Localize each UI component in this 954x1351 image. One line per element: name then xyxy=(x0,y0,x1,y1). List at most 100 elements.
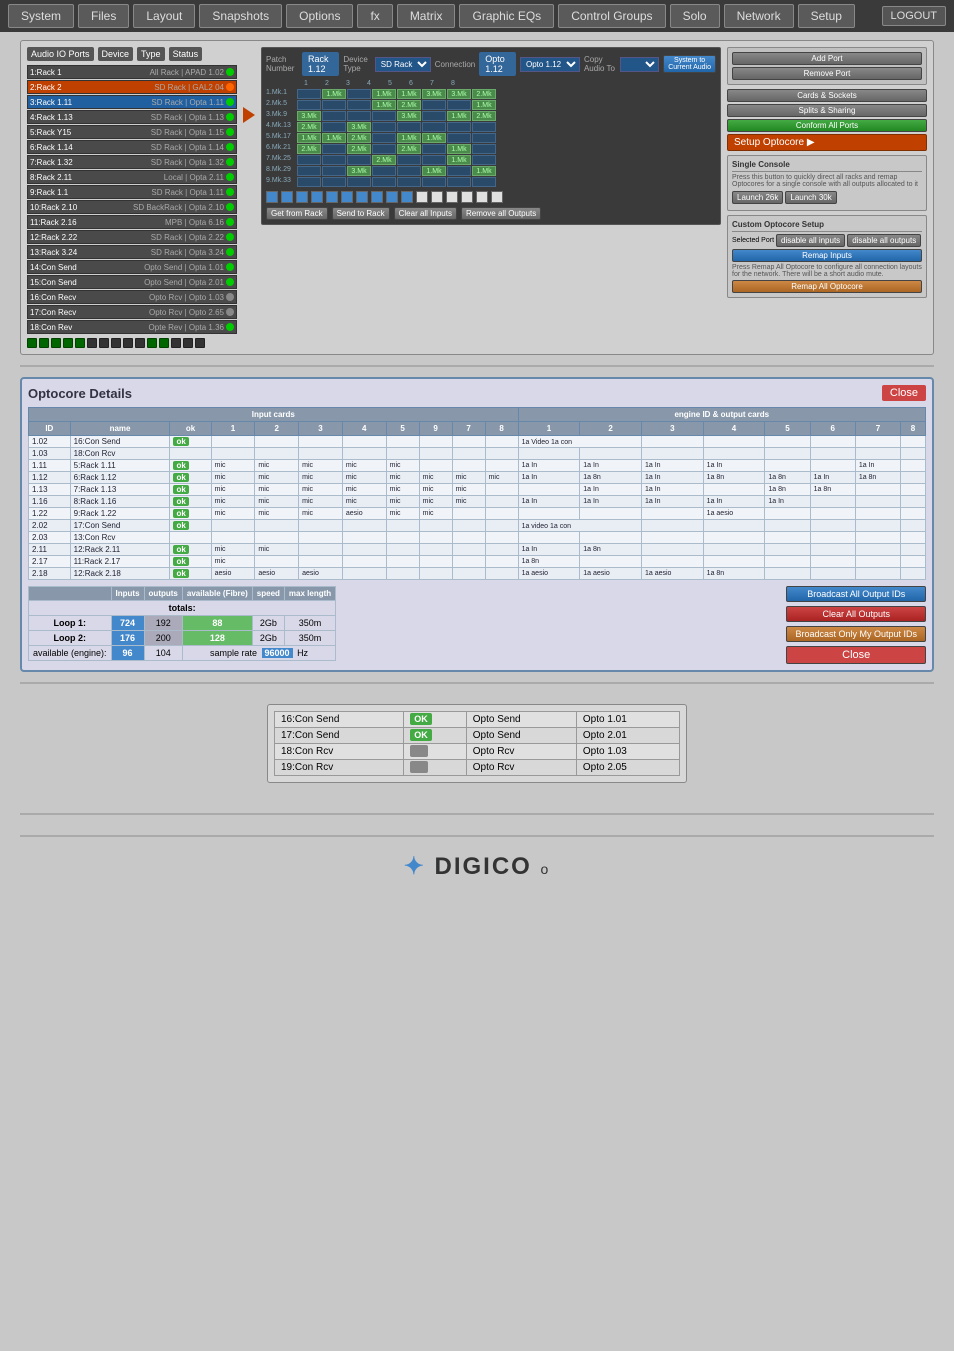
matrix-cell-6-0[interactable] xyxy=(297,155,321,165)
matrix-cell-4-6[interactable] xyxy=(447,133,471,143)
matrix-cell-4-3[interactable] xyxy=(372,133,396,143)
rack-row-10[interactable]: 10:Rack 2.10 SD BackRack | Opta 2.10 xyxy=(27,200,237,214)
send-to-rack-button[interactable]: Send to Rack xyxy=(332,207,390,220)
device-type-select[interactable]: SD Rack xyxy=(375,57,431,72)
rack-row-3[interactable]: 3:Rack 1.11 SD Rack | Opta 1.11 xyxy=(27,95,237,109)
matrix-cell-7-0[interactable] xyxy=(297,166,321,176)
nav-setup[interactable]: Setup xyxy=(798,4,855,28)
matrix-cell-0-0[interactable] xyxy=(297,89,321,99)
matrix-cb-11[interactable] xyxy=(416,191,428,203)
connection-select[interactable]: Opto 1.12 xyxy=(520,57,580,72)
con-row-3[interactable]: 18:Con Rcv Opto Rcv Opto 1.03 xyxy=(275,744,680,760)
matrix-cell-3-3[interactable] xyxy=(372,122,396,132)
broadcast-all-button[interactable]: Broadcast All Output IDs xyxy=(786,586,926,602)
matrix-cell-0-5[interactable]: 3.Mk xyxy=(422,89,446,99)
clear-all-inputs-button[interactable]: Clear all Inputs xyxy=(394,207,457,220)
matrix-cell-5-2[interactable]: 2.Mk xyxy=(347,144,371,154)
matrix-cb-12[interactable] xyxy=(431,191,443,203)
matrix-cell-2-4[interactable]: 3.Mk xyxy=(397,111,421,121)
remap-all-optocore-button[interactable]: Remap All Optocore xyxy=(732,280,922,293)
matrix-cell-6-7[interactable] xyxy=(472,155,496,165)
nav-graphic-eqs[interactable]: Graphic EQs xyxy=(459,4,554,28)
launch-26k-button[interactable]: Launch 26k xyxy=(732,191,783,204)
nav-solo[interactable]: Solo xyxy=(670,4,720,28)
matrix-cell-1-7[interactable]: 1.Mk xyxy=(472,100,496,110)
matrix-cell-2-2[interactable] xyxy=(347,111,371,121)
matrix-cell-0-3[interactable]: 1.Mk xyxy=(372,89,396,99)
matrix-cell-0-1[interactable]: 1.Mk xyxy=(322,89,346,99)
nav-layout[interactable]: Layout xyxy=(133,4,195,28)
optocore-close-button[interactable]: Close xyxy=(882,385,926,401)
matrix-cell-4-1[interactable]: 1.Mk xyxy=(322,133,346,143)
con-row-1[interactable]: 16:Con Send OK Opto Send Opto 1.01 xyxy=(275,712,680,728)
matrix-cell-3-0[interactable]: 2.Mk xyxy=(297,122,321,132)
matrix-cell-8-1[interactable] xyxy=(322,177,346,187)
matrix-cell-7-7[interactable]: 1.Mk xyxy=(472,166,496,176)
rack-row-1[interactable]: 1:Rack 1 All Rack | APAD 1.02 xyxy=(27,65,237,79)
matrix-cell-6-3[interactable]: 2.Mk xyxy=(372,155,396,165)
disable-inputs-button[interactable]: disable all inputs xyxy=(776,234,845,247)
rack-row-2[interactable]: 2:Rack 2 SD Rack | GAL2 04 xyxy=(27,80,237,94)
con-row-2[interactable]: 17:Con Send OK Opto Send Opto 2.01 xyxy=(275,728,680,744)
matrix-cell-1-3[interactable]: 1.Mk xyxy=(372,100,396,110)
nav-fx[interactable]: fx xyxy=(357,4,392,28)
nav-snapshots[interactable]: Snapshots xyxy=(199,4,282,28)
matrix-cell-2-1[interactable] xyxy=(322,111,346,121)
matrix-cell-4-0[interactable]: 1.Mk xyxy=(297,133,321,143)
matrix-cell-1-5[interactable] xyxy=(422,100,446,110)
matrix-cb-5[interactable] xyxy=(326,191,338,203)
splits-sharing-button[interactable]: Splits & Sharing xyxy=(727,104,927,117)
get-from-rack-button[interactable]: Get from Rack xyxy=(266,207,328,220)
matrix-cb-16[interactable] xyxy=(491,191,503,203)
matrix-cell-2-7[interactable]: 2.Mk xyxy=(472,111,496,121)
matrix-cb-14[interactable] xyxy=(461,191,473,203)
matrix-cell-8-5[interactable] xyxy=(422,177,446,187)
connection-value[interactable]: Opto 1.12 xyxy=(479,52,516,76)
nav-network[interactable]: Network xyxy=(724,4,794,28)
matrix-cb-3[interactable] xyxy=(296,191,308,203)
patch-number-value[interactable]: Rack 1.12 xyxy=(302,52,339,76)
matrix-cell-7-5[interactable]: 1.Mk xyxy=(422,166,446,176)
rack-row-8[interactable]: 8:Rack 2.11 Local | Opta 2.11 xyxy=(27,170,237,184)
remap-inputs-button[interactable]: Remap Inputs xyxy=(732,249,922,262)
rack-row-9[interactable]: 9:Rack 1.1 SD Rack | Opta 1.11 xyxy=(27,185,237,199)
matrix-cell-3-4[interactable] xyxy=(397,122,421,132)
matrix-cell-2-5[interactable] xyxy=(422,111,446,121)
matrix-cell-0-4[interactable]: 1.Mk xyxy=(397,89,421,99)
matrix-cell-5-7[interactable] xyxy=(472,144,496,154)
matrix-cell-3-2[interactable]: 3.Mk xyxy=(347,122,371,132)
matrix-cell-6-2[interactable] xyxy=(347,155,371,165)
add-port-button[interactable]: Add Port xyxy=(732,52,922,65)
matrix-cell-8-7[interactable] xyxy=(472,177,496,187)
matrix-cell-5-4[interactable]: 2.Mk xyxy=(397,144,421,154)
matrix-cell-6-4[interactable] xyxy=(397,155,421,165)
matrix-cb-15[interactable] xyxy=(476,191,488,203)
rack-row-12[interactable]: 12:Rack 2.22 SD Rack | Opta 2.22 xyxy=(27,230,237,244)
conform-all-ports-button[interactable]: Conform All Ports xyxy=(727,119,927,132)
matrix-cell-8-2[interactable] xyxy=(347,177,371,187)
matrix-cell-5-0[interactable]: 2.Mk xyxy=(297,144,321,154)
matrix-cb-7[interactable] xyxy=(356,191,368,203)
logout-button[interactable]: LOGOUT xyxy=(882,6,946,26)
rack-row-11[interactable]: 11:Rack 2.16 MPB | Opta 6.16 xyxy=(27,215,237,229)
matrix-cell-1-6[interactable] xyxy=(447,100,471,110)
remove-all-outputs-button[interactable]: Remove all Outputs xyxy=(461,207,541,220)
matrix-cell-4-5[interactable]: 1.Mk xyxy=(422,133,446,143)
matrix-cb-2[interactable] xyxy=(281,191,293,203)
matrix-cell-7-2[interactable]: 3.Mk xyxy=(347,166,371,176)
matrix-cell-1-2[interactable] xyxy=(347,100,371,110)
nav-matrix[interactable]: Matrix xyxy=(397,4,456,28)
con-row-4[interactable]: 19:Con Rcv Opto Rcv Opto 2.05 xyxy=(275,760,680,776)
matrix-cell-7-3[interactable] xyxy=(372,166,396,176)
rack-row-15[interactable]: 15:Con Send Opto Send | Opta 2.01 xyxy=(27,275,237,289)
matrix-cell-5-5[interactable] xyxy=(422,144,446,154)
matrix-cell-8-3[interactable] xyxy=(372,177,396,187)
broadcast-only-button[interactable]: Broadcast Only My Output IDs xyxy=(786,626,926,642)
matrix-cb-10[interactable] xyxy=(401,191,413,203)
system-to-current-audio-button[interactable]: System toCurrent Audio xyxy=(663,55,716,73)
matrix-cell-7-6[interactable] xyxy=(447,166,471,176)
rack-row-5[interactable]: 5:Rack Y15 SD Rack | Opta 1.15 xyxy=(27,125,237,139)
nav-options[interactable]: Options xyxy=(286,4,353,28)
matrix-cell-3-5[interactable] xyxy=(422,122,446,132)
rack-row-6[interactable]: 6:Rack 1.14 SD Rack | Opta 1.14 xyxy=(27,140,237,154)
